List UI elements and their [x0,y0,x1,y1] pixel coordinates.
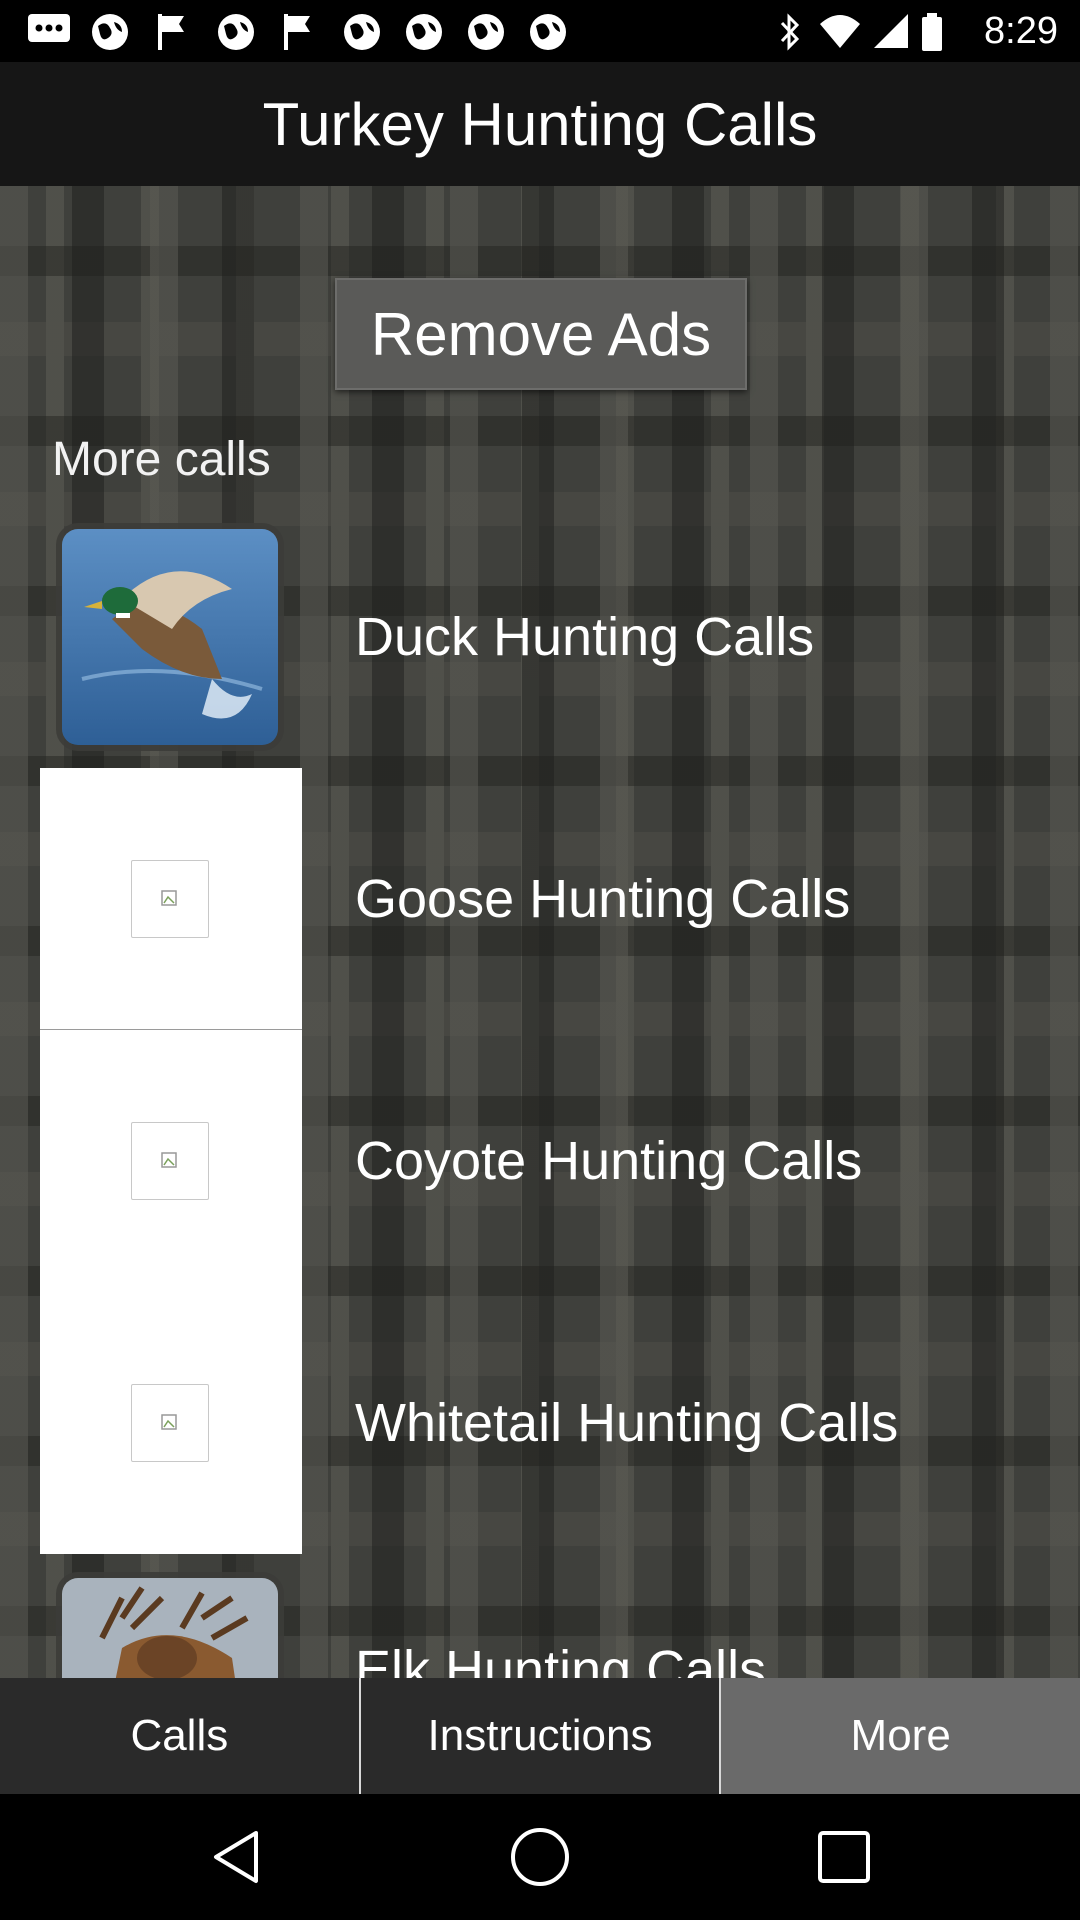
remove-ads-button[interactable]: Remove Ads [335,278,747,390]
duck-thumbnail [56,523,284,751]
globe-icon [406,14,442,50]
back-icon[interactable] [206,1825,270,1889]
title-bar: Turkey Hunting Calls [0,62,1080,186]
home-icon[interactable] [508,1825,572,1889]
globe-icon [218,14,254,50]
page-title: Turkey Hunting Calls [262,90,818,158]
content-area: Remove Ads More calls Duck Hunting Calls… [0,186,1080,1678]
list-item-goose-calls[interactable]: Goose Hunting Calls [0,768,1080,1030]
list-item-label: Whitetail Hunting Calls [355,1393,899,1453]
wifi-icon [820,15,860,48]
globe-icon [92,14,128,50]
bottom-tab-bar: Calls Instructions More [0,1678,1080,1794]
message-icon [28,14,70,42]
globe-icon [468,14,504,50]
list-item-whitetail-calls[interactable]: Whitetail Hunting Calls [0,1292,1080,1554]
elk-photo [62,1578,278,1678]
broken-image-icon [131,1384,209,1462]
elk-thumbnail [56,1572,284,1678]
signal-icon [874,14,908,48]
more-calls-heading: More calls [52,433,271,486]
flag-icon [284,14,310,50]
duck-photo [62,529,278,745]
globe-icon [344,14,380,50]
status-bar: 8:29 [0,0,1080,62]
list-item-label: Goose Hunting Calls [355,869,851,929]
globe-icon [530,14,566,50]
goose-thumbnail [40,768,302,1030]
list-item-duck-calls[interactable]: Duck Hunting Calls [0,506,1080,768]
tab-instructions[interactable]: Instructions [358,1678,720,1794]
list-item-elk-calls[interactable]: Elk Hunting Calls [0,1572,1080,1678]
system-nav-bar [0,1794,1080,1920]
list-item-label: Coyote Hunting Calls [355,1131,863,1191]
status-time: 8:29 [984,10,1058,52]
list-item-label: Elk Hunting Calls [355,1640,767,1678]
list-item-label: Duck Hunting Calls [355,607,815,667]
battery-icon [922,13,942,51]
tab-more[interactable]: More [719,1678,1080,1794]
list-item-coyote-calls[interactable]: Coyote Hunting Calls [0,1030,1080,1292]
tab-calls[interactable]: Calls [0,1678,359,1794]
broken-image-icon [131,1122,209,1200]
coyote-thumbnail [40,1030,302,1292]
flag-icon [158,14,184,50]
broken-image-icon [131,860,209,938]
recents-icon[interactable] [812,1825,876,1889]
whitetail-thumbnail [40,1292,302,1554]
bluetooth-icon [780,13,800,51]
